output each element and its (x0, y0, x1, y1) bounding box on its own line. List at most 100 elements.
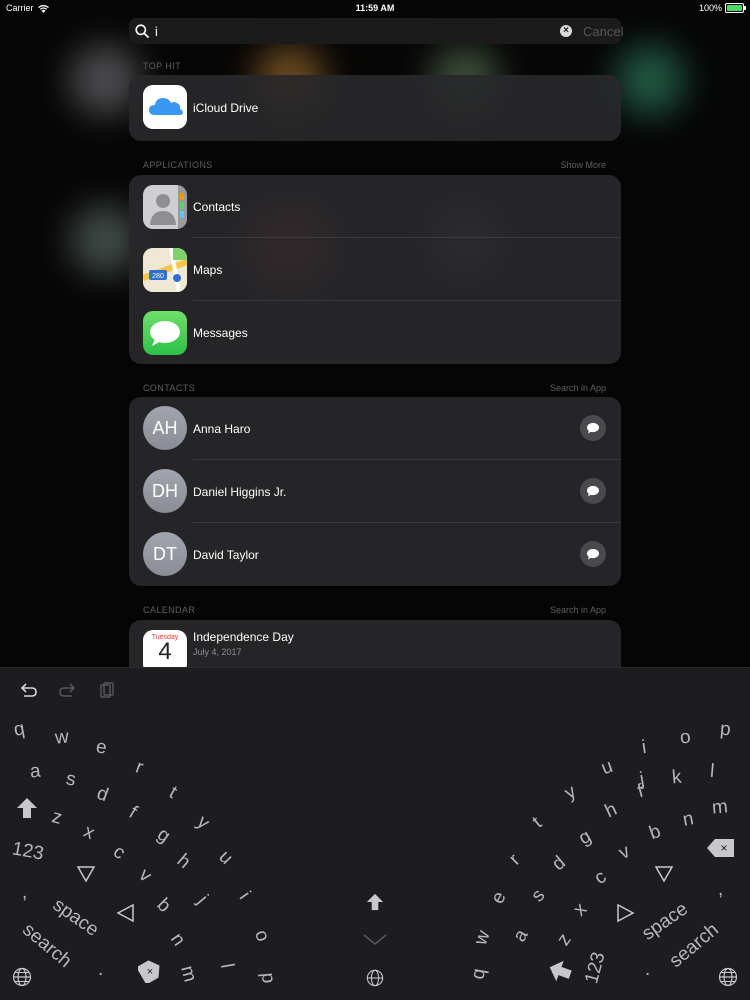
message-button[interactable] (580, 478, 606, 504)
maps-app-icon: 280 (143, 248, 187, 292)
top-hit-row[interactable]: iCloud Drive (129, 75, 621, 141)
key[interactable]: z (49, 806, 65, 830)
section-header-top-hit: TOP HIT (143, 61, 606, 71)
undo-icon[interactable] (20, 682, 38, 698)
search-input[interactable]: i (155, 24, 158, 39)
paste-icon[interactable] (100, 682, 114, 698)
key[interactable]: y (561, 781, 580, 805)
search-key[interactable]: search (18, 919, 76, 973)
key[interactable]: h (602, 799, 621, 823)
key[interactable]: y (192, 812, 214, 835)
key[interactable]: k (671, 767, 682, 790)
key[interactable]: b (647, 821, 664, 845)
key[interactable]: e (487, 888, 511, 908)
delete-icon[interactable]: × (138, 959, 162, 983)
space-key[interactable]: space (48, 894, 103, 941)
next-field-icon[interactable] (654, 865, 674, 883)
clear-search-button[interactable]: × (560, 25, 572, 37)
key[interactable]: i (234, 888, 255, 904)
shift-icon[interactable] (16, 797, 38, 819)
key[interactable]: w (470, 928, 495, 948)
key[interactable]: v (616, 841, 634, 865)
key[interactable]: o (249, 927, 273, 944)
number-key[interactable]: 123 (581, 950, 610, 986)
comma-key[interactable]: , (718, 879, 723, 901)
message-button[interactable] (580, 415, 606, 441)
key[interactable]: c (109, 841, 129, 864)
shift-icon[interactable] (548, 959, 572, 983)
key[interactable]: o (679, 727, 691, 750)
key[interactable]: s (527, 885, 550, 906)
key[interactable]: r (505, 850, 525, 870)
message-bubble-icon (587, 548, 599, 560)
key[interactable]: h (172, 850, 195, 874)
key[interactable]: m (711, 796, 729, 819)
key[interactable]: c (591, 866, 611, 889)
key[interactable]: z (553, 930, 576, 950)
key[interactable]: j (192, 891, 212, 908)
globe-icon[interactable] (718, 967, 738, 987)
contact-row[interactable]: DH Daniel Higgins Jr. (129, 460, 621, 523)
show-more-button[interactable]: Show More (560, 160, 606, 170)
key[interactable]: e (95, 736, 108, 759)
key[interactable]: a (29, 761, 41, 784)
app-row-contacts[interactable]: Contacts (129, 175, 621, 238)
key[interactable]: x (80, 821, 97, 845)
key[interactable]: u (599, 756, 616, 780)
contact-row[interactable]: DT David Taylor (129, 523, 621, 586)
app-row-messages[interactable]: Messages (129, 301, 621, 364)
key[interactable]: v (134, 865, 156, 888)
globe-icon[interactable] (12, 967, 32, 987)
calendar-search-in-app-button[interactable]: Search in App (550, 605, 606, 615)
key[interactable]: u (214, 846, 236, 869)
key[interactable]: a (509, 926, 533, 946)
previous-field-icon[interactable] (616, 903, 636, 923)
key[interactable]: t (165, 782, 180, 804)
contact-row[interactable]: AH Anna Haro (129, 397, 621, 460)
globe-icon[interactable] (366, 969, 384, 987)
key[interactable]: w (54, 726, 70, 749)
key[interactable]: m (175, 964, 200, 985)
key[interactable]: n (165, 929, 189, 950)
key[interactable]: f (125, 802, 140, 824)
key[interactable]: r (132, 757, 146, 780)
key[interactable]: g (153, 824, 174, 848)
key[interactable]: d (548, 852, 570, 876)
key[interactable]: g (575, 826, 595, 850)
delete-icon[interactable]: × (706, 837, 736, 859)
key[interactable]: l (709, 761, 715, 783)
contacts-search-in-app-button[interactable]: Search in App (550, 383, 606, 393)
message-bubble-icon (587, 422, 599, 434)
app-label: Maps (193, 263, 223, 277)
comma-key[interactable]: , (22, 882, 27, 904)
period-key[interactable]: . (645, 959, 650, 981)
key[interactable]: b (152, 894, 174, 917)
key[interactable]: p (719, 719, 731, 742)
key[interactable]: i (640, 737, 647, 759)
previous-field-icon[interactable] (115, 903, 135, 923)
key[interactable]: x (570, 899, 592, 921)
search-icon (135, 24, 149, 38)
number-key[interactable]: 123 (10, 838, 46, 865)
key[interactable]: t (529, 813, 547, 833)
message-button[interactable] (580, 541, 606, 567)
key[interactable]: p (256, 972, 279, 984)
key[interactable]: l (215, 962, 237, 970)
key[interactable]: s (64, 768, 77, 791)
section-header-applications: APPLICATIONS Show More (143, 160, 606, 170)
key[interactable]: q (468, 967, 492, 981)
contact-name: Daniel Higgins Jr. (193, 485, 287, 499)
next-field-icon[interactable] (76, 865, 96, 883)
key[interactable]: q (12, 718, 26, 742)
dismiss-keyboard-icon[interactable] (362, 933, 388, 947)
key[interactable]: n (681, 808, 695, 832)
key[interactable]: d (94, 783, 111, 807)
redo-icon[interactable] (58, 682, 76, 698)
shift-icon[interactable] (366, 893, 384, 911)
app-label: Messages (193, 326, 248, 340)
app-row-maps[interactable]: 280 Maps (129, 238, 621, 301)
period-key[interactable]: . (98, 959, 103, 981)
cancel-button[interactable]: Cancel (583, 24, 623, 39)
contact-name: David Taylor (193, 548, 259, 562)
search-field[interactable]: i × (129, 18, 621, 44)
